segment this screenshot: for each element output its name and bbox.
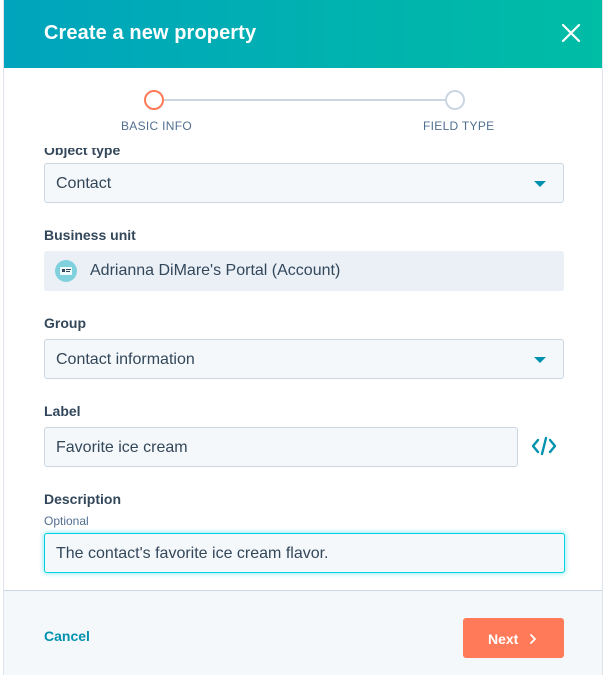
close-button[interactable]	[560, 22, 582, 44]
label-field-label: Label	[44, 403, 81, 419]
description-input[interactable]: The contact's favorite ice cream flavor.	[44, 533, 565, 573]
chevron-right-icon	[530, 634, 536, 644]
panel-header: Create a new property	[4, 0, 602, 68]
step-basic-info-label: BASIC INFO	[121, 119, 193, 133]
object-type-select[interactable]: Contact	[44, 163, 564, 203]
create-property-panel: Create a new property BASIC INFO FIELD T…	[3, 0, 603, 675]
label-input[interactable]: Favorite ice cream	[44, 427, 518, 467]
object-type-value: Contact	[56, 175, 112, 192]
form-scroll-area: Object type Contact Business unit Adrian…	[4, 148, 602, 590]
step-field-type-dot	[445, 90, 465, 110]
business-unit-value: Adrianna DiMare's Portal (Account)	[90, 262, 341, 279]
business-unit-label: Business unit	[44, 227, 136, 243]
description-input-value: The contact's favorite ice cream flavor.	[56, 545, 329, 562]
portal-avatar-icon	[55, 260, 77, 282]
panel-title: Create a new property	[44, 22, 257, 44]
panel-footer: Cancel Next	[4, 590, 602, 675]
step-basic-info-dot	[144, 90, 164, 110]
group-value: Contact information	[56, 351, 195, 368]
group-select[interactable]: Contact information	[44, 339, 564, 379]
step-field-type-label: FIELD TYPE	[423, 119, 495, 133]
next-button-label: Next	[488, 631, 519, 647]
progress-stepper: BASIC INFO FIELD TYPE	[4, 68, 602, 148]
object-type-label: Object type	[44, 148, 121, 158]
next-button[interactable]: Next	[463, 618, 564, 658]
caret-down-icon	[534, 181, 546, 187]
internal-name-code-button[interactable]	[530, 434, 558, 458]
description-optional-hint: Optional	[44, 514, 89, 528]
stepper-track	[164, 99, 447, 101]
business-unit-field: Adrianna DiMare's Portal (Account)	[44, 251, 564, 291]
caret-down-icon	[534, 357, 546, 363]
close-icon	[561, 23, 581, 43]
group-label: Group	[44, 315, 86, 331]
code-icon	[531, 436, 557, 456]
cancel-button[interactable]: Cancel	[44, 628, 90, 644]
description-label: Description	[44, 491, 122, 507]
label-input-value: Favorite ice cream	[56, 439, 188, 456]
